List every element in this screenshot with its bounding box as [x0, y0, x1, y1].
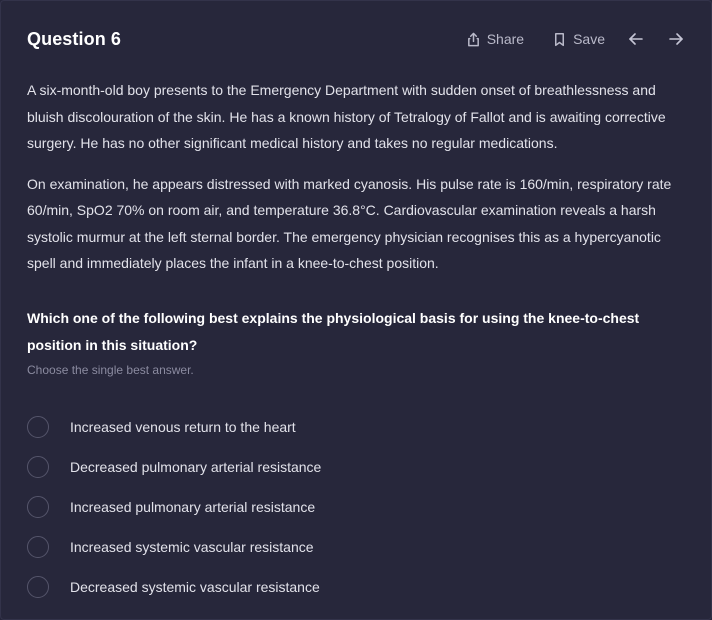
arrow-left-icon [629, 33, 643, 45]
stem-paragraph: A six-month-old boy presents to the Emer… [27, 82, 666, 151]
answer-option-label: Decreased pulmonary arterial resistance [70, 458, 322, 475]
next-question-button[interactable] [667, 30, 685, 48]
save-button[interactable]: Save [552, 31, 605, 47]
radio-button[interactable] [27, 455, 49, 478]
bookmark-icon [555, 32, 565, 46]
answer-option-label: Increased pulmonary arterial resistance [70, 498, 316, 515]
answer-option[interactable]: Increased pulmonary arterial resistance [27, 487, 685, 527]
answer-option[interactable]: Increased systemic vascular resistance [27, 527, 685, 567]
radio-button[interactable] [27, 535, 49, 558]
save-label: Save [573, 31, 605, 47]
share-label: Share [486, 31, 525, 47]
answer-option[interactable]: Increased venous return to the heart [27, 407, 685, 447]
previous-question-button[interactable] [627, 30, 645, 48]
radio-button[interactable] [27, 415, 49, 438]
arrow-right-icon [669, 33, 683, 45]
share-button[interactable]: Share [466, 31, 524, 47]
question-title: Question 6 [27, 28, 122, 49]
question-prompt: Which one of the following best explains… [27, 309, 640, 353]
stem-paragraph: On examination, he appears distressed wi… [27, 175, 672, 272]
radio-button[interactable] [27, 575, 49, 598]
answer-options: Increased venous return to the heart Dec… [27, 407, 685, 607]
question-card: Question 6 Share Save A six-month-old bo… [0, 0, 712, 620]
answer-option-label: Increased systemic vascular resistance [70, 538, 314, 555]
answer-instruction: Choose the single best answer. [27, 362, 194, 377]
question-header: Question 6 Share Save [27, 25, 685, 53]
answer-option[interactable]: Decreased systemic vascular resistance [27, 567, 685, 607]
header-actions: Share Save [438, 30, 685, 48]
answer-option-label: Increased venous return to the heart [70, 418, 296, 435]
answer-option[interactable]: Decreased pulmonary arterial resistance [27, 447, 685, 487]
radio-button[interactable] [27, 495, 49, 518]
answer-option-label: Decreased systemic vascular resistance [70, 578, 320, 595]
share-icon [467, 32, 479, 46]
question-content: A six-month-old boy presents to the Emer… [27, 77, 685, 607]
